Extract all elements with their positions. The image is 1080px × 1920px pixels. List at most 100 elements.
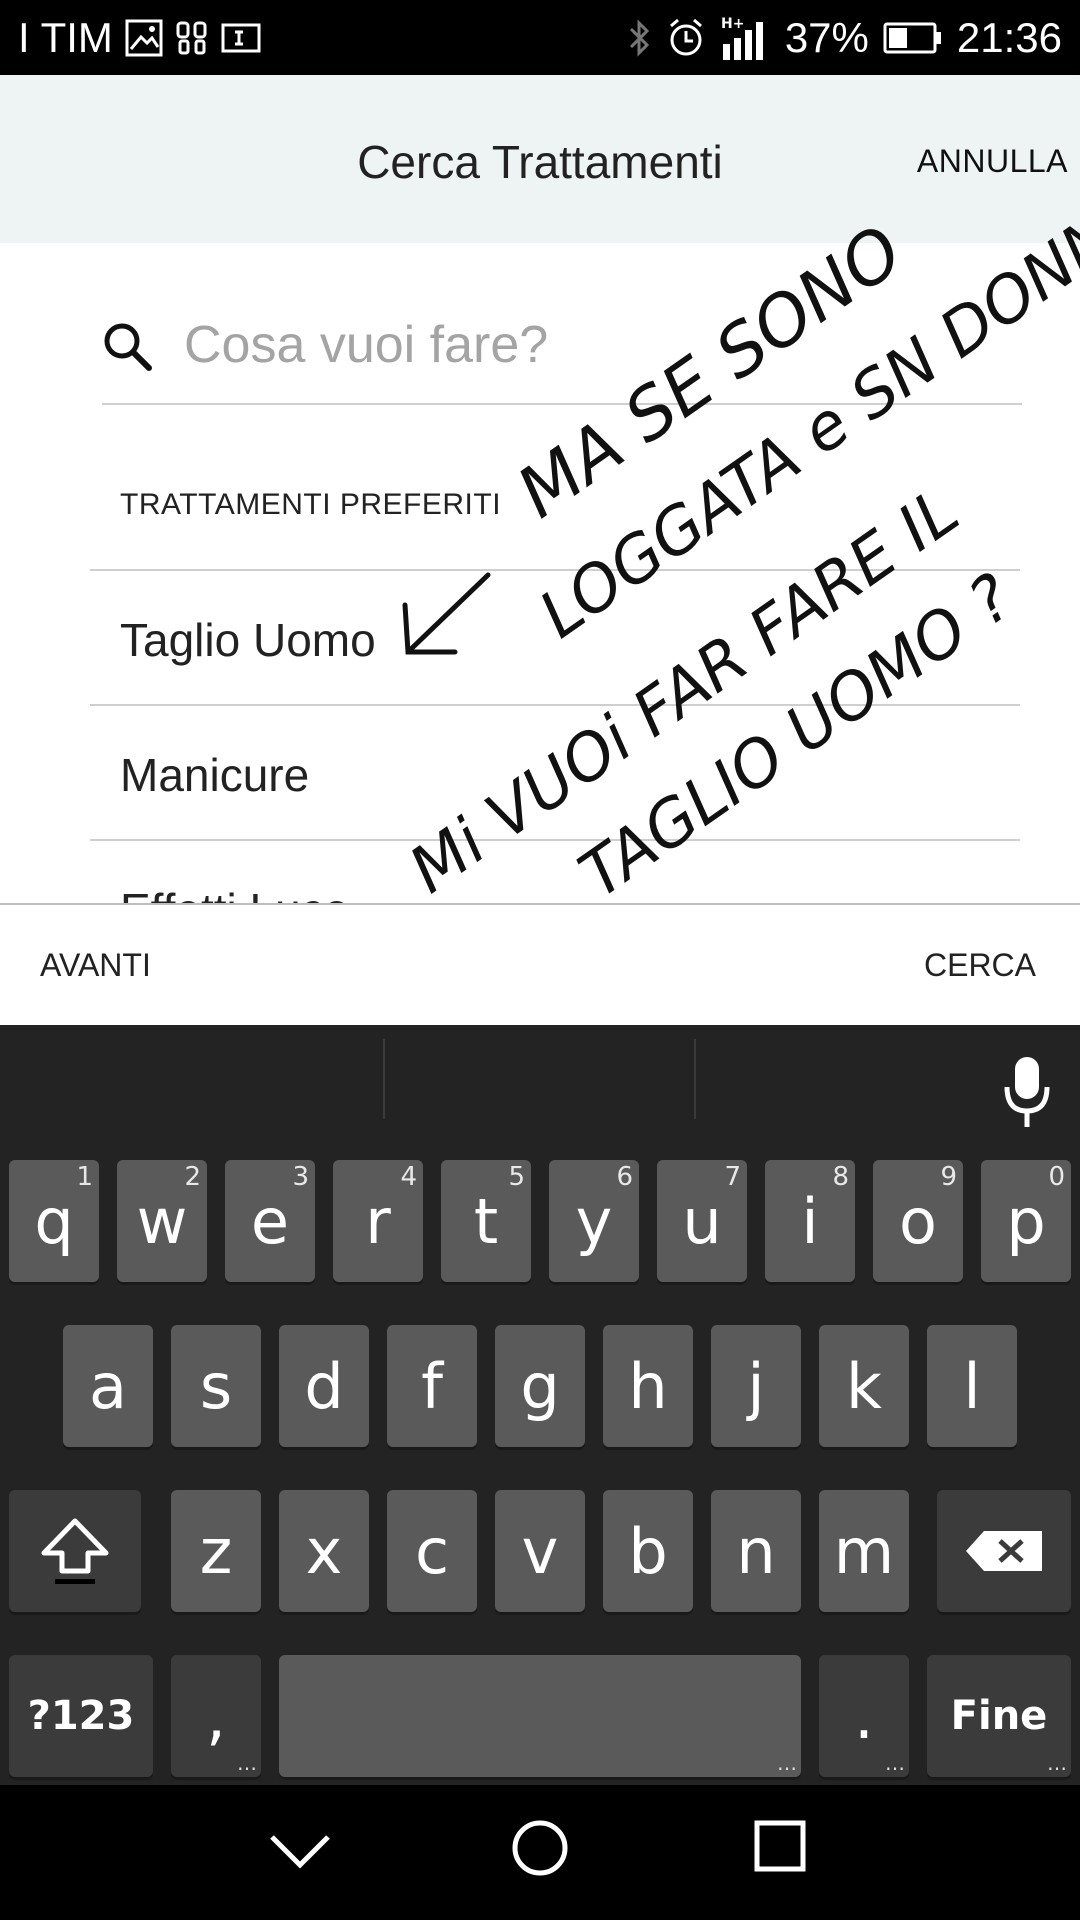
home-button[interactable]: [510, 1818, 570, 1883]
divider: [383, 1039, 385, 1119]
comma-key-label: ,: [206, 1679, 226, 1753]
carrier-label: I TIM: [18, 14, 113, 61]
done-key[interactable]: Fine…: [927, 1655, 1071, 1777]
network-type-label: H+: [721, 16, 744, 32]
key-v[interactable]: v: [495, 1490, 585, 1612]
search-icon: [102, 321, 154, 373]
alarm-icon: [667, 18, 705, 58]
clock-label: 21:36: [956, 14, 1062, 61]
system-nav-bar: [0, 1785, 1080, 1920]
more-dots-icon: …: [777, 1751, 797, 1775]
key-w[interactable]: w2: [117, 1160, 207, 1282]
next-button[interactable]: AVANTI: [40, 947, 151, 984]
key-a[interactable]: a: [63, 1325, 153, 1447]
recents-button[interactable]: [754, 1820, 806, 1877]
key-hint: 9: [940, 1162, 957, 1192]
key-label: o: [899, 1184, 937, 1258]
key-u[interactable]: u7: [657, 1160, 747, 1282]
signal-icon: H+: [719, 14, 771, 62]
search-bar: [102, 293, 1022, 403]
favorites-section-title: TRATTAMENTI PREFERITI: [120, 488, 502, 521]
key-g[interactable]: g: [495, 1325, 585, 1447]
divider: [90, 839, 1020, 841]
key-f[interactable]: f: [387, 1325, 477, 1447]
more-dots-icon: …: [1047, 1751, 1067, 1775]
key-hint: 4: [400, 1162, 417, 1192]
soft-keyboard: q1 w2 e3 r4 t5 y6 u7 i8 o9 p0 a s d f g …: [0, 1025, 1080, 1785]
keyboard-action-bar: AVANTI CERCA: [0, 903, 1080, 1025]
shift-key[interactable]: [9, 1490, 141, 1612]
key-hint: 7: [724, 1162, 741, 1192]
key-c[interactable]: c: [387, 1490, 477, 1612]
period-key-label: .: [854, 1679, 874, 1753]
microphone-icon[interactable]: [1002, 1055, 1052, 1131]
key-b[interactable]: b: [603, 1490, 693, 1612]
key-m[interactable]: m: [819, 1490, 909, 1612]
key-label: r: [365, 1184, 391, 1258]
key-hint: 3: [292, 1162, 309, 1192]
key-h[interactable]: h: [603, 1325, 693, 1447]
recents-square-icon: [754, 1820, 806, 1872]
more-dots-icon: …: [237, 1751, 257, 1775]
voicemail-icon: [175, 19, 209, 57]
status-bar-right: H+ 37% 21:36: [627, 14, 1062, 62]
key-o[interactable]: o9: [873, 1160, 963, 1282]
backspace-key[interactable]: [937, 1490, 1071, 1612]
gallery-icon: [125, 19, 163, 57]
list-item-taglio-uomo[interactable]: Taglio Uomo: [120, 613, 376, 667]
battery-percent-label: 37%: [784, 14, 869, 61]
key-p[interactable]: p0: [981, 1160, 1071, 1282]
symbols-key-label: ?123: [27, 1693, 135, 1739]
divider: [90, 704, 1020, 706]
key-label: u: [682, 1184, 722, 1258]
key-x[interactable]: x: [279, 1490, 369, 1612]
sim-icon: [221, 23, 261, 53]
key-label: y: [575, 1184, 613, 1258]
key-n[interactable]: n: [711, 1490, 801, 1612]
status-bar-left: I TIM: [18, 14, 261, 62]
list-item-effetti-luce[interactable]: Effetti Luce: [120, 883, 349, 903]
comma-key[interactable]: ,…: [171, 1655, 261, 1777]
battery-icon: [883, 21, 943, 55]
divider: [694, 1039, 696, 1119]
cancel-button[interactable]: ANNULLA: [917, 143, 1068, 180]
more-dots-icon: …: [885, 1751, 905, 1775]
key-hint: 2: [184, 1162, 201, 1192]
key-label: e: [250, 1184, 290, 1258]
key-label: i: [801, 1184, 819, 1258]
divider: [102, 403, 1022, 405]
symbols-key[interactable]: ?123: [9, 1655, 153, 1777]
key-d[interactable]: d: [279, 1325, 369, 1447]
search-input[interactable]: [184, 305, 984, 385]
key-s[interactable]: s: [171, 1325, 261, 1447]
key-t[interactable]: t5: [441, 1160, 531, 1282]
key-e[interactable]: e3: [225, 1160, 315, 1282]
key-hint: 0: [1048, 1162, 1065, 1192]
key-q[interactable]: q1: [9, 1160, 99, 1282]
divider: [90, 569, 1020, 571]
key-hint: 1: [76, 1162, 93, 1192]
chevron-down-icon: [270, 1835, 330, 1869]
key-label: w: [136, 1184, 188, 1258]
space-key[interactable]: …: [279, 1655, 801, 1777]
key-hint: 6: [616, 1162, 633, 1192]
key-z[interactable]: z: [171, 1490, 261, 1612]
key-i[interactable]: i8: [765, 1160, 855, 1282]
period-key[interactable]: .…: [819, 1655, 909, 1777]
key-y[interactable]: y6: [549, 1160, 639, 1282]
home-circle-icon: [512, 1820, 568, 1876]
key-k[interactable]: k: [819, 1325, 909, 1447]
key-hint: 5: [508, 1162, 525, 1192]
status-bar: I TIM H+ 37% 21:36: [0, 0, 1080, 75]
bluetooth-icon: [627, 18, 653, 58]
suggestion-strip: [0, 1025, 1080, 1135]
key-hint: 8: [832, 1162, 849, 1192]
key-l[interactable]: l: [927, 1325, 1017, 1447]
list-item-manicure[interactable]: Manicure: [120, 748, 309, 802]
search-button[interactable]: CERCA: [924, 947, 1036, 984]
key-r[interactable]: r4: [333, 1160, 423, 1282]
shift-icon: [41, 1518, 109, 1584]
hide-keyboard-button[interactable]: [268, 1829, 332, 1878]
key-j[interactable]: j: [711, 1325, 801, 1447]
key-label: p: [1006, 1184, 1046, 1258]
